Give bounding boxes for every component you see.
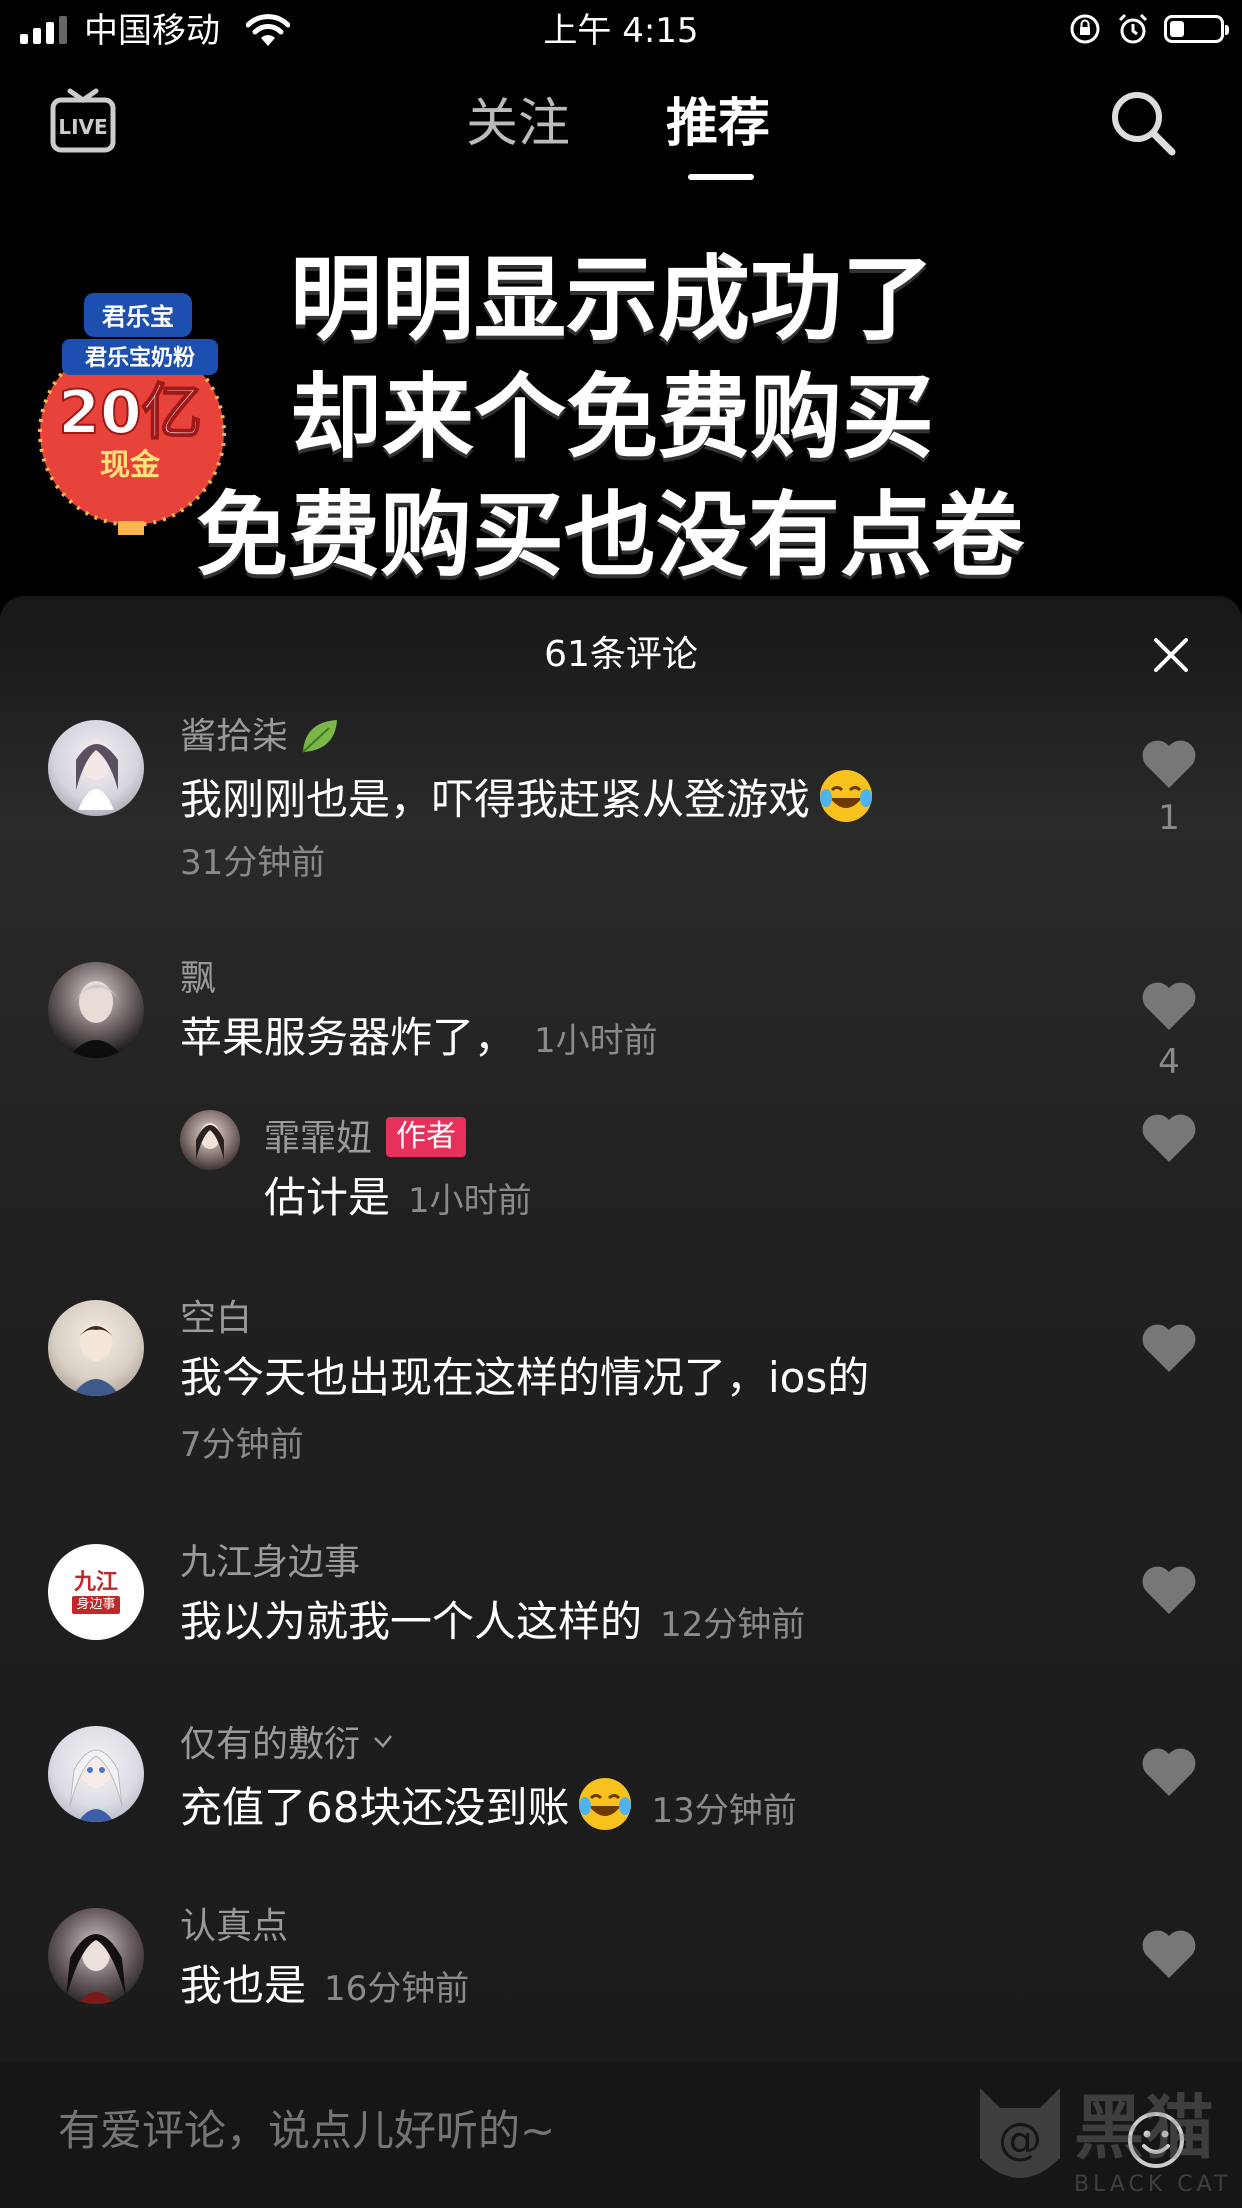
comment-text: 充值了68块还没到账 13分钟前: [180, 1776, 797, 1839]
comment-time: 13分钟前: [651, 1791, 797, 1831]
svg-text:@: @: [998, 2114, 1042, 2165]
comment-username[interactable]: 九江身边事: [180, 1540, 360, 1586]
avatar[interactable]: [180, 1110, 240, 1170]
svg-text:君乐宝: 君乐宝: [102, 303, 174, 331]
like-heart-icon[interactable]: [1140, 1928, 1198, 1980]
comment-time: 12分钟前: [660, 1605, 806, 1645]
laughing-tears-emoji: [820, 770, 873, 822]
comment-text: 估计是 1小时前: [264, 1173, 532, 1222]
author-tag: 作者: [386, 1117, 467, 1157]
like-heart-icon[interactable]: [1140, 1746, 1198, 1798]
tab-recommend[interactable]: 推荐: [666, 92, 770, 156]
like-heart-icon[interactable]: [1140, 738, 1198, 790]
like-count: 4: [1158, 1042, 1180, 1082]
comment-text: 我刚刚也是，吓得我赶紧从登游戏: [180, 768, 874, 828]
battery-icon: [1164, 15, 1229, 43]
live-icon[interactable]: LIVE: [50, 88, 116, 154]
active-tab-indicator: [688, 174, 754, 180]
svg-text:现金: 现金: [100, 448, 161, 483]
comment-text: 我也是 16分钟前: [180, 1961, 470, 2010]
comments-sheet: 61条评论 酱拾柒 我刚刚也是，吓得我赶紧从登游戏 31分钟前 1 飘 苹果服务…: [0, 596, 1242, 2208]
search-icon[interactable]: [1108, 88, 1178, 158]
comment-time: 16分钟前: [324, 1969, 470, 2009]
comment-username[interactable]: 酱拾柒: [180, 714, 341, 760]
avatar[interactable]: [48, 1300, 144, 1396]
video-caption-line-2: 却来个免费购买: [290, 364, 935, 471]
comment-time: 1小时前: [534, 1021, 658, 1061]
video-caption-line-1: 明明显示成功了: [290, 246, 935, 353]
svg-text:LIVE: LIVE: [58, 115, 107, 139]
svg-text:君乐宝奶粉: 君乐宝奶粉: [85, 345, 195, 371]
comment-username[interactable]: 空白: [180, 1296, 252, 1342]
close-icon[interactable]: [1152, 636, 1190, 674]
video-caption-line-3: 免费购买也没有点卷: [196, 482, 1025, 589]
comment-text: 我今天也出现在这样的情况了，ios的: [180, 1353, 870, 1402]
status-time: 上午 4:15: [543, 11, 699, 51]
avatar[interactable]: [48, 962, 144, 1058]
orientation-lock-icon: [1070, 14, 1100, 44]
watermark-logo: @ 黑猫 BLACK CAT: [970, 2078, 1242, 2208]
comment-text: 苹果服务器炸了， 1小时前: [180, 1013, 658, 1062]
comment-time: 7分钟前: [180, 1425, 304, 1465]
like-heart-icon[interactable]: [1140, 1564, 1198, 1616]
comment-username[interactable]: 仅有的敷衍: [180, 1722, 395, 1768]
avatar[interactable]: [48, 1726, 144, 1822]
svg-text:20亿: 20亿: [58, 378, 202, 448]
tab-follow[interactable]: 关注: [466, 92, 570, 156]
avatar[interactable]: 九江 身边事: [48, 1544, 144, 1640]
comments-count-title: 61条评论: [544, 634, 698, 675]
avatar-text: 身边事: [72, 1596, 120, 1614]
comment-username[interactable]: 认真点: [180, 1904, 288, 1950]
avatar[interactable]: [48, 720, 144, 816]
like-heart-icon[interactable]: [1140, 1322, 1198, 1374]
alarm-icon: [1118, 13, 1148, 44]
avatar[interactable]: [48, 1908, 144, 2004]
chevron-down-icon: [374, 1735, 393, 1748]
comment-text: 我以为就我一个人这样的 12分钟前: [180, 1597, 806, 1646]
laughing-tears-emoji: [579, 1778, 632, 1830]
comment-time: 31分钟前: [180, 843, 326, 883]
comment-input[interactable]: [56, 2102, 960, 2160]
like-heart-icon[interactable]: [1140, 1112, 1198, 1164]
status-bar: 中国移动 上午 4:15: [0, 0, 1242, 62]
comment-time: 1小时前: [408, 1181, 532, 1221]
leaf-icon: [302, 720, 338, 753]
comment-username[interactable]: 飘: [180, 956, 216, 1002]
like-count: 1: [1158, 798, 1180, 838]
like-heart-icon[interactable]: [1140, 980, 1198, 1032]
cat-watermark-icon: @: [980, 2088, 1060, 2178]
comment-username[interactable]: 霏霏妞 作者: [264, 1116, 467, 1162]
avatar-text: 九江: [73, 1570, 118, 1595]
